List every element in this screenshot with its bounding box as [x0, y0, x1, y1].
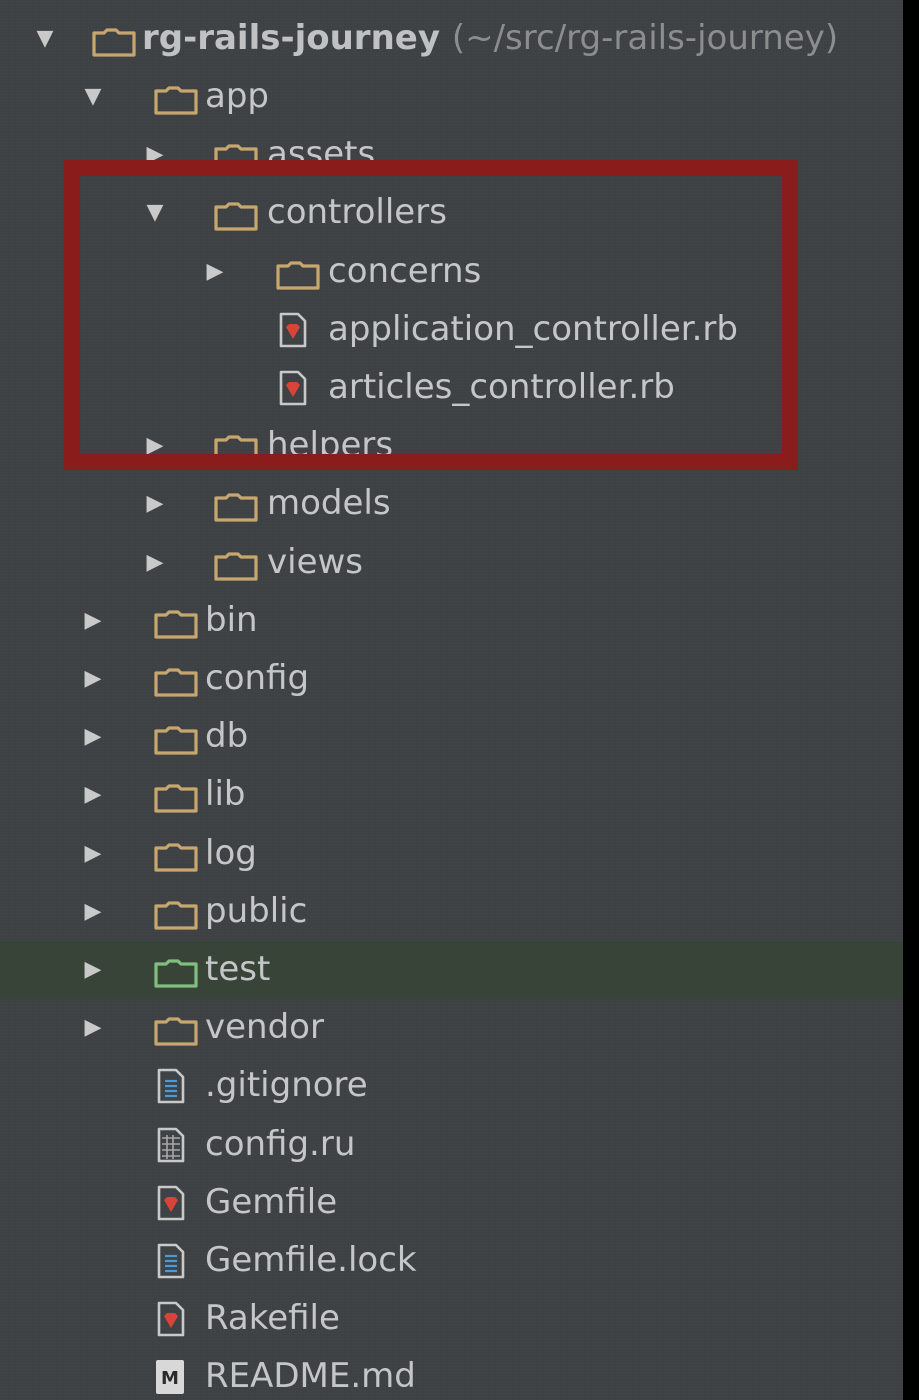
tree-item-label: config: [205, 658, 310, 698]
project-path: (~/src/rg-rails-journey): [451, 18, 839, 58]
text-file-icon: [157, 1069, 185, 1104]
markdown-file-icon: M: [156, 1360, 184, 1395]
tree-row[interactable]: .gitignore: [0, 1057, 903, 1115]
triangle-down-icon[interactable]: ▼: [78, 68, 108, 126]
tree-item-label: lib: [205, 774, 246, 815]
ruby-file-icon: [279, 370, 307, 406]
tree-row[interactable]: Gemfile: [0, 1174, 903, 1232]
tree-row[interactable]: ▶ log: [0, 825, 903, 883]
triangle-right-icon[interactable]: ▶: [200, 243, 230, 301]
ruby-file-icon: [157, 1301, 185, 1337]
tree-item-label: .gitignore: [205, 1065, 368, 1106]
folder-icon: [214, 144, 258, 173]
tree-row[interactable]: config.ru: [0, 1116, 903, 1174]
tree-row[interactable]: articles_controller.rb: [0, 359, 903, 417]
tree-item-label: test: [205, 949, 271, 989]
tree-item-label: vendor: [205, 1007, 324, 1048]
triangle-right-icon[interactable]: ▶: [78, 825, 108, 883]
tree-item-label: views: [267, 541, 364, 582]
tree-item-label: README.md: [205, 1356, 416, 1397]
tree-item-label: bin: [205, 599, 258, 640]
folder-icon: [214, 435, 258, 464]
triangle-right-icon[interactable]: ▶: [78, 999, 108, 1057]
tree-row[interactable]: ▶ test: [0, 941, 903, 999]
triangle-right-icon[interactable]: ▶: [78, 592, 108, 650]
text-file-icon: [157, 1243, 185, 1279]
folder-icon: [154, 726, 198, 755]
tree-item-label: concerns: [328, 250, 482, 291]
tree-row[interactable]: ▶ db: [0, 708, 903, 766]
folder-icon: [214, 493, 258, 522]
folder-icon: [154, 784, 198, 813]
tree-item-label: app: [205, 76, 269, 116]
folder-icon: [92, 28, 136, 57]
triangle-right-icon[interactable]: ▶: [78, 883, 108, 941]
triangle-right-icon[interactable]: ▶: [78, 766, 108, 824]
folder-icon: [154, 901, 198, 930]
tree-item-label: helpers: [267, 425, 394, 466]
tree-item-label: models: [267, 483, 391, 524]
tree-row[interactable]: ▶ models: [0, 475, 903, 533]
tree-row[interactable]: ▼ controllers: [0, 184, 903, 242]
triangle-right-icon[interactable]: ▶: [140, 126, 170, 184]
tree-row[interactable]: Rakefile: [0, 1290, 903, 1348]
triangle-right-icon[interactable]: ▶: [140, 534, 170, 592]
ruby-file-icon: [157, 1185, 185, 1221]
tree-item-label: articles_controller.rb: [328, 367, 675, 407]
tree-item-label: Gemfile: [205, 1181, 338, 1222]
triangle-right-icon[interactable]: ▶: [78, 708, 108, 766]
folder-icon: [214, 202, 258, 231]
tree-item-label: assets: [267, 134, 376, 175]
config-file-icon: [157, 1127, 185, 1162]
tree-item-label: Gemfile.lock: [205, 1240, 417, 1280]
tree-item-label: application_controller.rb: [328, 308, 738, 349]
project-name-label: rg-rails-journey: [142, 18, 440, 58]
tree-row[interactable]: M README.md: [0, 1348, 903, 1400]
tree-row[interactable]: ▶ views: [0, 534, 903, 592]
project-name: rg-rails-journey (~/src/rg-rails-journey…: [142, 10, 838, 68]
tree-row[interactable]: ▶ public: [0, 883, 903, 941]
tree-row[interactable]: ▶ config: [0, 650, 903, 708]
folder-icon: [154, 842, 198, 872]
tree-row[interactable]: ▶ helpers: [0, 417, 903, 475]
folder-icon: [154, 668, 198, 697]
tree-row[interactable]: ▶ bin: [0, 592, 903, 650]
tree-item-label: Rakefile: [205, 1298, 340, 1339]
folder-icon: [154, 86, 198, 115]
project-tree-panel: ▼ rg-rails-journey (~/src/rg-rails-journ…: [0, 0, 903, 1400]
triangle-right-icon[interactable]: ▶: [140, 417, 170, 475]
tree-row[interactable]: Gemfile.lock: [0, 1232, 903, 1290]
tree-row[interactable]: application_controller.rb: [0, 301, 903, 359]
folder-icon: [154, 610, 198, 639]
tree-item-label: db: [205, 716, 249, 757]
tree-row[interactable]: ▶ assets: [0, 126, 903, 184]
tree-row[interactable]: ▶ vendor: [0, 999, 903, 1057]
triangle-down-icon[interactable]: ▼: [140, 184, 170, 242]
tree-item-label: config.ru: [205, 1123, 356, 1164]
folder-icon: [154, 1017, 198, 1046]
tree-row-root[interactable]: ▼ rg-rails-journey (~/src/rg-rails-journ…: [0, 10, 903, 68]
triangle-right-icon[interactable]: ▶: [78, 650, 108, 708]
triangle-right-icon[interactable]: ▶: [140, 475, 170, 533]
folder-icon: [214, 551, 258, 581]
triangle-right-icon[interactable]: ▶: [78, 941, 108, 999]
tree-item-label: log: [205, 832, 257, 873]
triangle-down-icon[interactable]: ▼: [30, 10, 60, 68]
folder-icon: [276, 260, 320, 290]
tree-row[interactable]: ▶ concerns: [0, 243, 903, 301]
tree-item-label: public: [205, 890, 308, 931]
tree-row[interactable]: ▶ lib: [0, 766, 903, 824]
tree-item-label: controllers: [267, 192, 447, 233]
ruby-file-icon: [279, 312, 307, 348]
folder-icon: [154, 959, 198, 988]
tree-row[interactable]: ▼ app: [0, 68, 903, 126]
